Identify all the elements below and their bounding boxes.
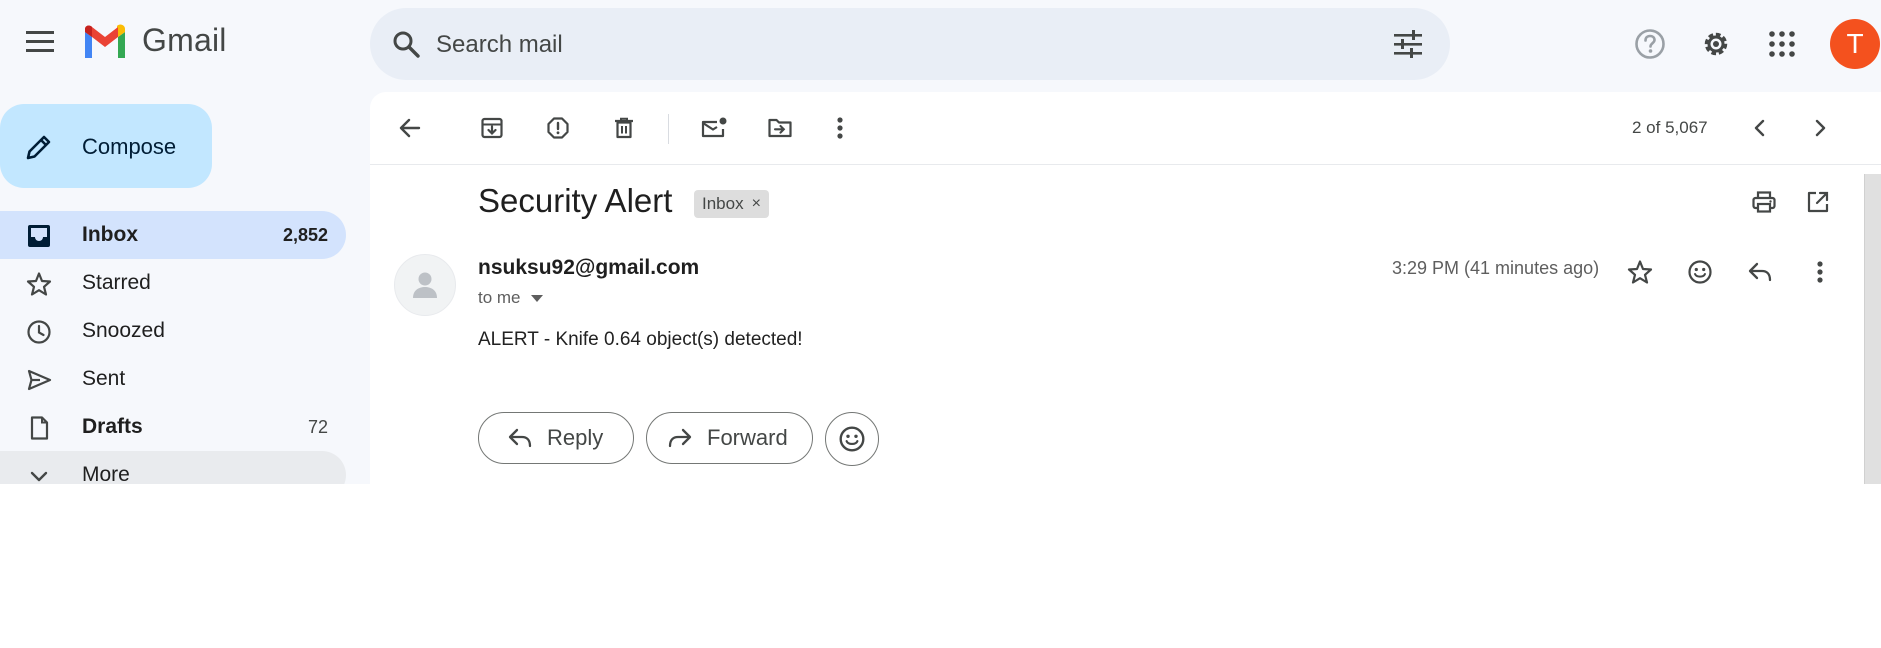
compose-button[interactable]: Compose (0, 104, 212, 188)
sidebar-item-starred[interactable]: Starred (0, 259, 346, 307)
prev-icon[interactable] (1740, 108, 1780, 148)
email-body: ALERT - Knife 0.64 object(s) detected! (478, 329, 803, 350)
sender-avatar[interactable] (394, 254, 456, 316)
delete-icon[interactable] (604, 108, 644, 148)
remove-label-icon[interactable]: × (752, 195, 761, 213)
email-view: 2 of 5,067 Security Alert Inbox × nsuksu… (370, 92, 1881, 484)
inbox-icon (28, 225, 50, 247)
main-menu-icon[interactable] (18, 20, 62, 64)
star-icon[interactable] (1620, 252, 1660, 292)
apps-grid-icon[interactable] (1760, 22, 1804, 66)
compose-label: Compose (82, 134, 177, 159)
sidebar-item-inbox[interactable]: Inbox 2,852 (0, 211, 346, 259)
settings-gear-icon[interactable] (1694, 22, 1738, 66)
back-icon[interactable] (390, 108, 430, 148)
toolbar-separator (370, 164, 1881, 165)
print-icon[interactable] (1744, 182, 1784, 222)
star-icon (26, 272, 52, 296)
reply-label: Reply (547, 425, 604, 450)
forward-label: Forward (707, 425, 788, 450)
draft-count: 72 (307, 417, 328, 437)
forward-arrow-icon (668, 428, 692, 448)
person-icon (413, 272, 437, 298)
send-icon (27, 369, 52, 391)
smiley-icon (839, 426, 865, 452)
unread-count: 2,852 (282, 225, 328, 245)
sidebar-item-snoozed[interactable]: Snoozed (0, 307, 346, 355)
toolbar-divider (668, 114, 669, 144)
sidebar-item-more[interactable]: More (0, 451, 346, 484)
report-spam-icon[interactable] (538, 108, 578, 148)
sidebar-item-label: Drafts (82, 415, 143, 438)
sidebar-item-sent[interactable]: Sent (0, 355, 346, 403)
archive-icon[interactable] (472, 108, 512, 148)
help-icon[interactable] (1628, 22, 1672, 66)
scrollbar[interactable] (1864, 174, 1881, 484)
reply-icon[interactable] (1740, 252, 1780, 292)
reply-arrow-icon (508, 428, 532, 448)
search-bar[interactable] (370, 8, 1450, 82)
sidebar-item-label: Inbox (82, 223, 138, 246)
sidebar-item-label: Starred (82, 271, 151, 294)
move-to-icon[interactable] (760, 108, 800, 148)
message-more-icon[interactable] (1800, 252, 1840, 292)
draft-icon (30, 416, 49, 440)
search-icon[interactable] (386, 24, 426, 64)
pagination-text: 2 of 5,067 (1632, 118, 1708, 137)
emoji-reaction-button[interactable] (825, 412, 879, 466)
gmail-logo[interactable]: Gmail (82, 22, 227, 59)
gmail-app: Gmail T Compose Inbox 2,852 (0, 0, 1881, 484)
chevron-down-icon (30, 471, 48, 482)
sender-email[interactable]: nsuksu92@gmail.com (478, 256, 699, 280)
sidebar-item-label: Sent (82, 367, 126, 390)
open-in-new-window-icon[interactable] (1798, 182, 1838, 222)
sidebar-item-drafts[interactable]: Drafts 72 (0, 403, 346, 451)
gmail-m-icon (85, 24, 125, 58)
app-name: Gmail (142, 22, 227, 58)
clock-icon (27, 320, 51, 344)
recipient-text: to me (478, 288, 521, 307)
next-icon[interactable] (1800, 108, 1840, 148)
caret-down-icon (530, 294, 543, 302)
sidebar-item-label: More (82, 463, 130, 484)
mark-unread-icon[interactable] (694, 108, 734, 148)
search-input[interactable] (434, 8, 1338, 82)
add-reaction-icon[interactable] (1680, 252, 1720, 292)
more-vert-icon[interactable] (820, 108, 860, 148)
label-text: Inbox (702, 194, 744, 213)
reply-button[interactable]: Reply (478, 412, 634, 464)
email-timestamp: 3:29 PM (41 minutes ago) (1392, 258, 1600, 278)
sidebar-item-label: Snoozed (82, 319, 165, 342)
forward-button[interactable]: Forward (646, 412, 813, 464)
account-avatar[interactable]: T (1830, 19, 1880, 69)
inbox-label-chip[interactable]: Inbox × (694, 190, 769, 218)
search-options-icon[interactable] (1388, 24, 1428, 64)
recipient-details-toggle[interactable]: to me (478, 288, 543, 308)
email-subject: Security Alert (478, 182, 673, 219)
pencil-icon (26, 135, 51, 160)
